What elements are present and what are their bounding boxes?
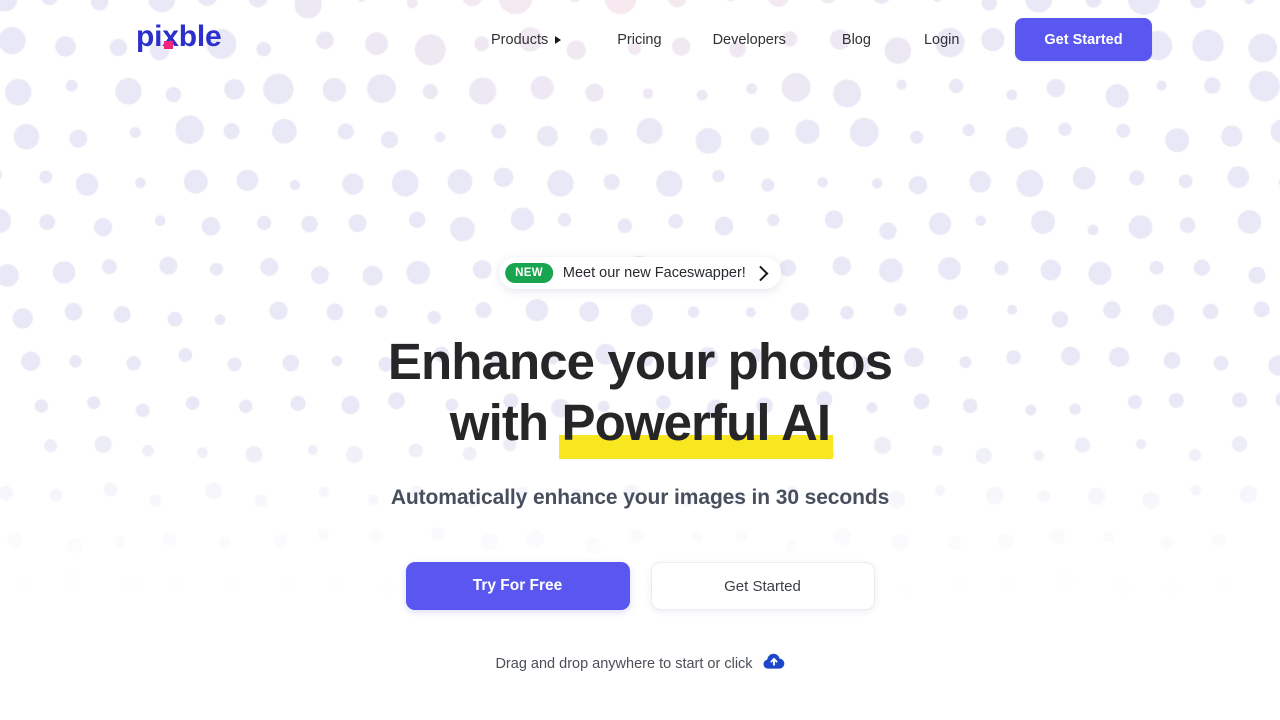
announcement-text: Meet our new Faceswapper! [562,265,746,281]
landing-page: pi x ble Products Pricing Developers Blog … [0,0,1280,720]
headline-line-1: Enhance your photos [387,333,893,390]
drag-drop-hint[interactable]: Drag and drop anywhere to start or click [0,652,1280,675]
headline-line-2: with Powerful AI [0,392,1280,459]
hero-subheadline: Automatically enhance your images in 30 … [390,486,890,509]
headline-highlight-powerful-ai: Powerful AI [559,394,833,459]
chevron-right-icon [752,265,769,281]
status-badge-new: NEW [505,263,553,283]
cloud-upload-icon[interactable] [763,652,785,675]
hero-headline: Enhance your photos with Powerful AI [0,331,1280,459]
hero-section: NEW Meet our new Faceswapper! Enhance yo… [0,0,1280,720]
announcement-banner[interactable]: NEW Meet our new Faceswapper! [499,257,781,289]
headline-line-2-prefix: with [449,394,562,451]
drag-drop-hint-text: Drag and drop anywhere to start or click [495,655,753,672]
hero-get-started-button[interactable]: Get Started [650,562,875,610]
try-for-free-button[interactable]: Try For Free [405,562,630,610]
hero-cta-row: Try For Free Get Started [0,562,1280,610]
